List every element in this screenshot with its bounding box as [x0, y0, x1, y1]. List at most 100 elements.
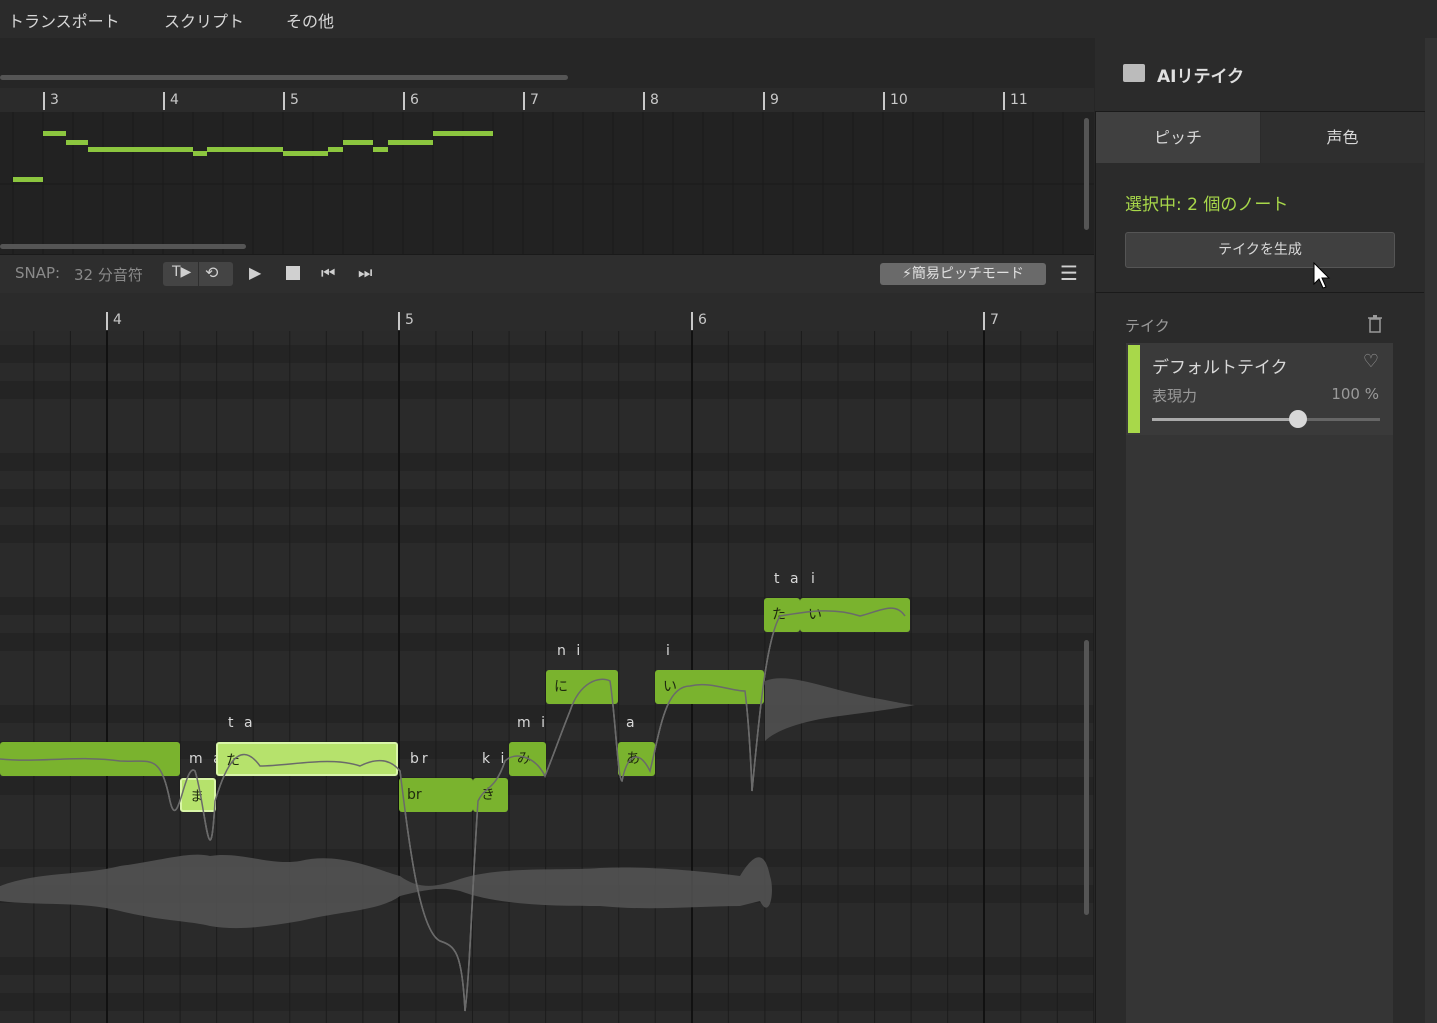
note-block[interactable] [0, 742, 180, 776]
lightning-icon: ⚡ [902, 266, 912, 282]
follow-playhead-icon[interactable]: T▶ [172, 264, 191, 280]
roll-measure-label: 6 [698, 312, 707, 328]
panel-tabs: ピッチ 声色 [1096, 112, 1424, 163]
note-lyric: a [626, 715, 638, 731]
overview-note [328, 147, 343, 152]
roll-measure-tick [398, 312, 400, 330]
easy-pitch-mode-button[interactable]: ⚡簡易ピッチモード [880, 263, 1046, 285]
overview-note [343, 140, 373, 145]
note-lyric: t a [774, 571, 802, 587]
note-lyric: k i [482, 751, 508, 767]
menu-transport[interactable]: トランスポート [8, 8, 120, 32]
roll-measure-label: 7 [990, 312, 999, 328]
skip-forward-icon[interactable]: ⏭ [358, 263, 372, 283]
hamburger-menu-icon[interactable]: ☰ [1060, 261, 1078, 285]
note-block[interactable]: た [764, 598, 800, 632]
play-icon[interactable]: ▶ [249, 263, 261, 282]
overview-note [88, 147, 193, 152]
skip-back-icon[interactable]: ⏮ [321, 263, 335, 283]
piano-roll-vertical-scrollbar[interactable] [1084, 640, 1089, 915]
overview-note [283, 151, 328, 156]
note-block[interactable]: い [655, 670, 764, 704]
expression-label: 表現力 [1152, 387, 1198, 405]
overview-measure-label: 9 [770, 92, 779, 108]
roll-measure-label: 5 [405, 312, 414, 328]
panel-divider [1096, 292, 1424, 293]
toggle-divider [198, 262, 199, 286]
mouse-cursor-icon [1313, 261, 1333, 294]
overview-bottom-scrollbar[interactable] [0, 244, 246, 249]
take-list: デフォルトテイク ♡ 表現力 100 % [1126, 343, 1393, 1023]
note-lyric: br [410, 751, 431, 767]
overview-measure-tick [283, 92, 285, 110]
overview-note-grid[interactable] [0, 112, 1094, 254]
menu-script[interactable]: スクリプト [164, 8, 244, 32]
overview-measure-tick [643, 92, 645, 110]
overview-horizontal-scrollbar[interactable] [0, 75, 568, 80]
panel-edge [1425, 38, 1437, 1023]
stop-icon[interactable] [286, 266, 300, 280]
note-block[interactable]: き [473, 778, 508, 812]
tab-pitch[interactable]: ピッチ [1096, 112, 1260, 163]
note-block[interactable]: br [399, 778, 473, 812]
overview-measure-tick [523, 92, 525, 110]
piano-roll[interactable]: m a ま t a た br br k i き m i み n i に a あ … [0, 331, 1094, 1023]
loop-icon[interactable]: ⟲ [205, 263, 218, 282]
note-lyric: i [811, 571, 818, 587]
note-block-selected[interactable]: た [216, 742, 398, 776]
overview-measure-label: 5 [290, 92, 299, 108]
overview-measure-tick [883, 92, 885, 110]
panel-header: AIリテイク [1095, 38, 1425, 112]
snap-value[interactable]: 32 分音符 [74, 264, 143, 285]
roll-measure-label: 4 [113, 312, 122, 328]
note-lyric: i [666, 643, 673, 659]
roll-measure-tick [983, 312, 985, 330]
heart-icon[interactable]: ♡ [1363, 351, 1379, 372]
overview-measure-tick [43, 92, 45, 110]
overview-note [193, 151, 207, 156]
expression-value: 100 % [1331, 385, 1379, 403]
note-block-selected[interactable]: ま [180, 778, 216, 812]
overview-note [433, 131, 493, 136]
overview-measure-label: 8 [650, 92, 659, 108]
transport-bar: SNAP: 32 分音符 T▶ ⟲ ▶ ⏮ ⏭ ⚡簡易ピッチモード ☰ [0, 254, 1094, 294]
overview-measure-label: 6 [410, 92, 419, 108]
overview-measure-tick [763, 92, 765, 110]
note-block[interactable]: に [546, 670, 618, 704]
note-block[interactable]: み [509, 742, 546, 776]
follow-loop-toggle-group: T▶ ⟲ [163, 262, 233, 286]
expression-slider-knob[interactable] [1288, 410, 1307, 428]
overview-measure-label: 10 [890, 92, 908, 108]
overview-measure-tick [163, 92, 165, 110]
note-lyric: m i [517, 715, 548, 731]
overview-note [43, 131, 66, 136]
overview-note [13, 177, 43, 182]
clapperboard-icon [1123, 64, 1145, 82]
overview-grid-lines [0, 112, 1094, 254]
piano-roll-ruler [0, 293, 1094, 331]
tab-timbre[interactable]: 声色 [1261, 112, 1424, 163]
overview-note [207, 147, 283, 152]
menu-other[interactable]: その他 [286, 8, 334, 32]
note-block[interactable]: あ [618, 742, 655, 776]
note-block[interactable]: い [800, 598, 910, 632]
expression-slider[interactable] [1152, 410, 1380, 428]
roll-measure-tick [691, 312, 693, 330]
overview-measure-label: 4 [170, 92, 179, 108]
menu-bar: トランスポート スクリプト その他 [0, 0, 1437, 38]
overview-measure-label: 11 [1010, 92, 1028, 108]
take-card[interactable]: デフォルトテイク ♡ 表現力 100 % [1126, 343, 1393, 435]
snap-label: SNAP: [15, 264, 61, 282]
takes-label: テイク [1125, 317, 1170, 335]
roll-measure-tick [106, 312, 108, 330]
trash-icon[interactable] [1368, 315, 1382, 333]
note-lyric: n i [557, 643, 584, 659]
generate-take-button[interactable]: テイクを生成 [1125, 232, 1395, 268]
overview-vertical-scrollbar[interactable] [1084, 118, 1089, 230]
overview-measure-tick [403, 92, 405, 110]
take-color-bar [1128, 345, 1140, 433]
overview-note [66, 140, 88, 145]
overview-measure-tick [1003, 92, 1005, 110]
overview-measure-label: 3 [50, 92, 59, 108]
easy-pitch-mode-label: 簡易ピッチモード [911, 266, 1024, 282]
